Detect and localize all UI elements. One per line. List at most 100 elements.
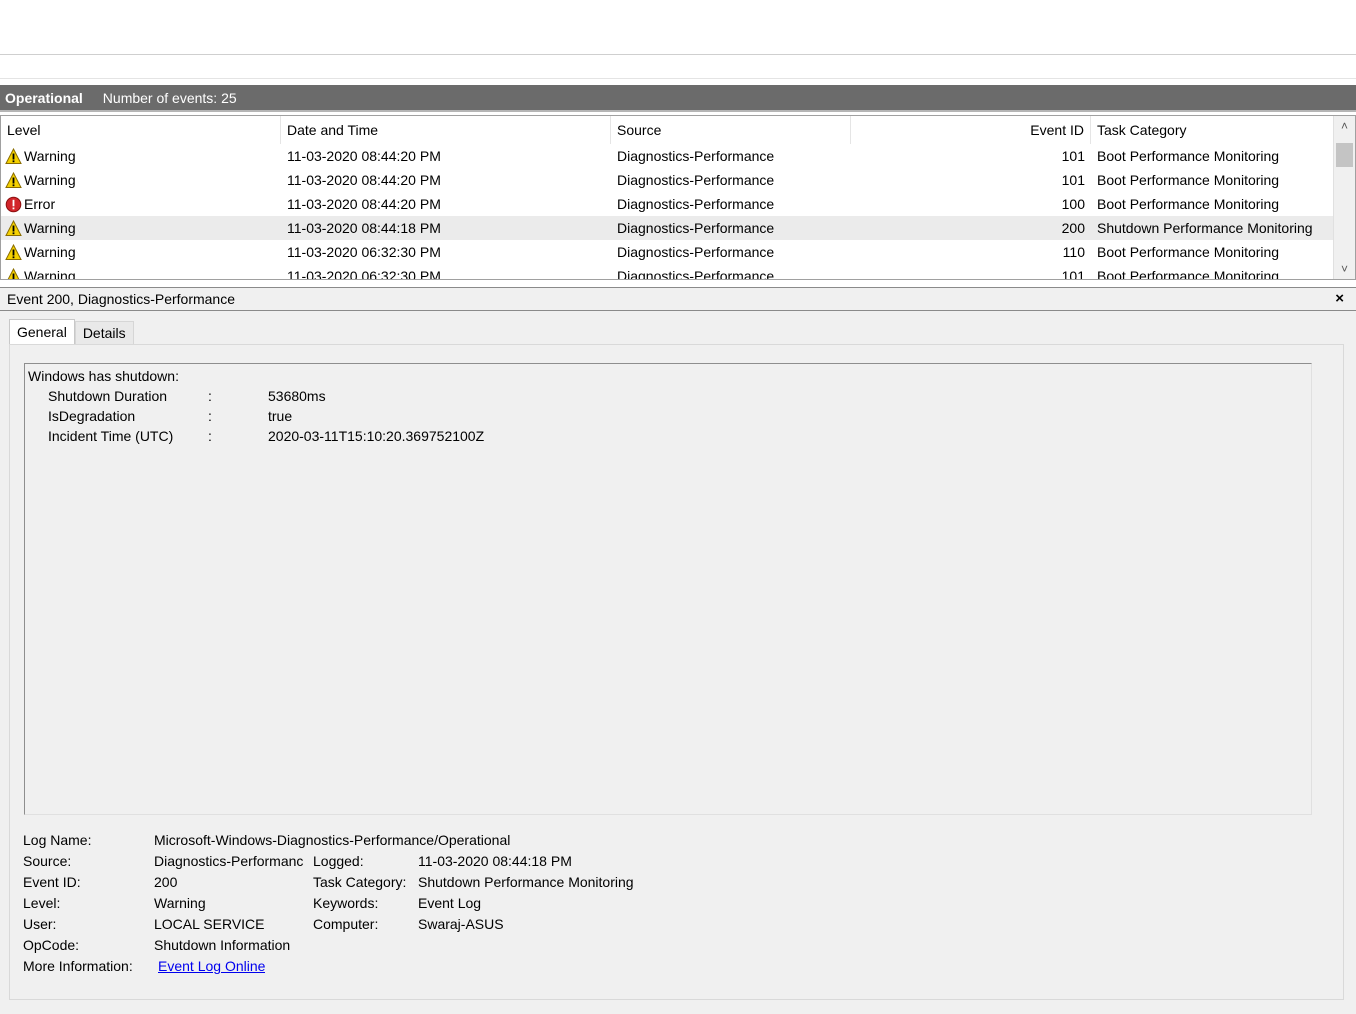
description-colon: : (208, 388, 212, 404)
table-row[interactable]: Warning 11-03-2020 06:32:30 PM Diagnosti… (1, 240, 1333, 264)
source-cell: Diagnostics-Performance (617, 220, 775, 236)
event-properties: Log Name: Microsoft-Windows-Diagnostics-… (23, 830, 723, 977)
level-label: Level: (23, 895, 61, 911)
vertical-scrollbar[interactable]: ˄ ˅ (1333, 116, 1355, 279)
warning-icon (5, 243, 22, 261)
tab-general[interactable]: General (9, 319, 75, 345)
level-cell: Warning (1, 264, 281, 279)
table-row[interactable]: Warning 11-03-2020 08:44:18 PM Diagnosti… (1, 216, 1333, 240)
level-cell: Warning (1, 168, 281, 192)
description-key: Incident Time (UTC) (48, 428, 174, 444)
column-header-level[interactable]: Level (1, 116, 281, 144)
event-detail-title: Event 200, Diagnostics-Performance (7, 291, 235, 307)
prop-row-user: User: LOCAL SERVICE Computer: Swaraj-ASU… (23, 914, 723, 935)
date-cell: 11-03-2020 08:44:20 PM (287, 172, 441, 188)
opcode-value[interactable]: Shutdown Information (154, 935, 290, 956)
task-category-cell: Shutdown Performance Monitoring (1097, 220, 1313, 236)
level-text: Warning (24, 244, 76, 260)
logged-label: Logged: (313, 853, 364, 869)
scroll-down-button[interactable]: ˅ (1334, 259, 1355, 279)
description-value: 2020-03-11T15:10:20.369752100Z (268, 428, 485, 444)
event-rows: Warning 11-03-2020 08:44:20 PM Diagnosti… (1, 144, 1333, 280)
level-value[interactable]: Warning (154, 893, 206, 914)
table-row[interactable]: Warning 11-03-2020 08:44:20 PM Diagnosti… (1, 168, 1333, 192)
event-id-cell: 110 (1062, 244, 1085, 260)
task-category-cell: Boot Performance Monitoring (1097, 244, 1280, 260)
table-row[interactable]: Warning 11-03-2020 08:44:20 PM Diagnosti… (1, 144, 1333, 168)
level-cell: Error (1, 192, 281, 216)
source-cell: Diagnostics-Performance (617, 196, 775, 212)
user-value[interactable]: LOCAL SERVICE (154, 914, 265, 935)
logged-value[interactable]: 11-03-2020 08:44:18 PM (418, 851, 572, 872)
source-cell: Diagnostics-Performance (617, 244, 775, 260)
event-id-cell: 101 (1061, 172, 1085, 188)
keywords-value[interactable]: Event Log (418, 893, 481, 914)
description-colon: : (208, 408, 212, 424)
task-category-label: Task Category: (313, 874, 407, 890)
event-description[interactable]: Windows has shutdown: Shutdown Duration … (24, 363, 1312, 815)
more-info-label: More Information: (23, 958, 133, 974)
column-header-source[interactable]: Source (611, 116, 851, 144)
date-cell: 11-03-2020 06:32:30 PM (287, 244, 441, 260)
prop-row-opcode: OpCode: Shutdown Information (23, 935, 723, 956)
log-name-label: Log Name: (23, 832, 92, 848)
date-cell: 11-03-2020 08:44:18 PM (287, 220, 441, 236)
date-cell: 11-03-2020 08:44:20 PM (287, 148, 441, 164)
log-header-bar: Operational Number of events: 25 (0, 85, 1356, 112)
computer-label: Computer: (313, 916, 379, 932)
prop-row-event-id: Event ID: 200 Task Category: Shutdown Pe… (23, 872, 723, 893)
event-id-cell: 101 (1061, 268, 1085, 280)
event-log-online-link[interactable]: Event Log Online (158, 956, 265, 977)
prop-row-level: Level: Warning Keywords: Event Log (23, 893, 723, 914)
event-id-value[interactable]: 200 (154, 872, 177, 893)
table-row[interactable]: Warning 11-03-2020 06:32:30 PM Diagnosti… (1, 264, 1333, 280)
user-label: User: (23, 916, 57, 932)
description-item: IsDegradation : true (28, 406, 1308, 426)
warning-icon (5, 219, 22, 237)
event-detail-header: Event 200, Diagnostics-Performance × (0, 287, 1356, 311)
table-row[interactable]: Error 11-03-2020 08:44:20 PM Diagnostics… (1, 192, 1333, 216)
scroll-thumb[interactable] (1336, 143, 1353, 167)
warning-icon (5, 267, 22, 279)
date-cell: 11-03-2020 06:32:30 PM (287, 268, 441, 280)
task-category-cell: Boot Performance Monitoring (1097, 172, 1280, 188)
task-category-cell: Boot Performance Monitoring (1097, 268, 1280, 280)
prop-row-source: Source: Diagnostics-Performance Logged: … (23, 851, 723, 872)
task-category-cell: Boot Performance Monitoring (1097, 148, 1280, 164)
source-cell: Diagnostics-Performance (617, 172, 775, 188)
close-icon[interactable]: × (1335, 290, 1344, 307)
level-cell: Warning (1, 144, 281, 168)
description-key: Shutdown Duration (48, 388, 168, 404)
level-text: Warning (24, 220, 76, 236)
tab-details[interactable]: Details (74, 321, 134, 345)
log-name-value[interactable]: Microsoft-Windows-Diagnostics-Performanc… (154, 830, 510, 851)
source-value[interactable]: Diagnostics-Performance (154, 851, 304, 872)
description-title: Windows has shutdown: (28, 368, 179, 384)
column-header-date[interactable]: Date and Time (281, 116, 611, 144)
computer-value[interactable]: Swaraj-ASUS (418, 914, 504, 935)
description-item: Shutdown Duration : 53680ms (28, 386, 1308, 406)
warning-icon (5, 171, 22, 189)
event-count: Number of events: 25 (102, 89, 237, 106)
event-list[interactable]: Level Date and Time Source Event ID Task… (0, 115, 1356, 280)
error-icon (5, 196, 22, 213)
level-text: Warning (24, 148, 76, 164)
level-text: Warning (24, 172, 76, 188)
log-title: Operational (5, 89, 83, 106)
description-key: IsDegradation (48, 408, 136, 424)
event-detail-pane: General Details Windows has shutdown: Sh… (0, 311, 1356, 1014)
description-colon: : (208, 428, 212, 444)
prop-row-more-info: More Information: Event Log Online (23, 956, 723, 977)
general-tab-panel: Windows has shutdown: Shutdown Duration … (9, 344, 1344, 1000)
event-id-cell: 200 (1061, 220, 1085, 236)
date-cell: 11-03-2020 08:44:20 PM (287, 196, 441, 212)
detail-tabs: General Details (9, 319, 134, 345)
column-header-event-id[interactable]: Event ID (851, 116, 1091, 144)
task-category-value[interactable]: Shutdown Performance Monitoring (418, 872, 634, 893)
column-headers: Level Date and Time Source Event ID Task… (1, 116, 1333, 144)
column-header-task-category[interactable]: Task Category (1091, 116, 1333, 144)
source-label: Source: (23, 853, 72, 869)
scroll-up-button[interactable]: ˄ (1334, 116, 1355, 136)
level-cell: Warning (1, 216, 281, 240)
divider (0, 78, 1356, 79)
